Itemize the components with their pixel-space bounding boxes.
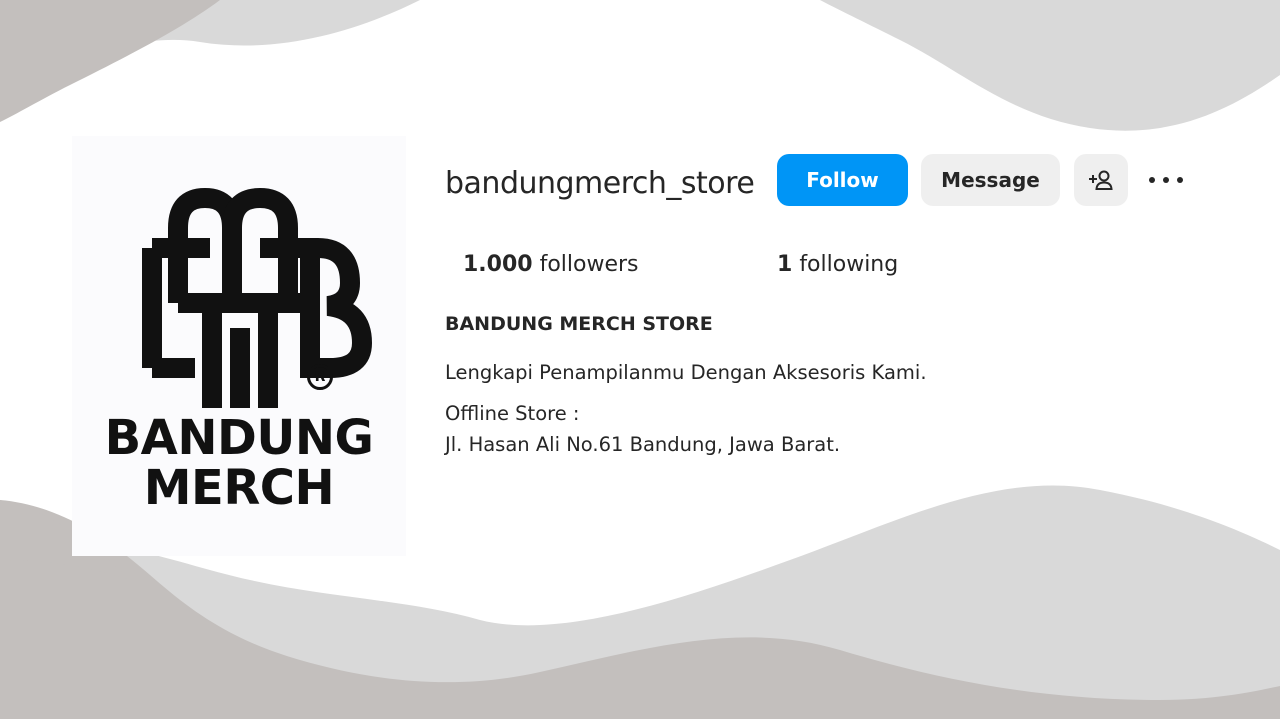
- following-count[interactable]: 1 following: [777, 252, 898, 277]
- following-label: following: [799, 252, 899, 277]
- profile-avatar[interactable]: R BANDUNG MERCH: [72, 136, 406, 556]
- bio-display-name: BANDUNG MERCH STORE: [445, 313, 713, 335]
- registered-trademark-icon: R: [307, 364, 333, 390]
- followers-number: 1.000: [463, 252, 533, 277]
- more-options-button[interactable]: [1143, 162, 1189, 198]
- more-options-icon: [1149, 177, 1155, 183]
- more-options-icon: [1163, 177, 1169, 183]
- follow-button[interactable]: Follow: [777, 154, 908, 206]
- logo-text-merch: MERCH: [143, 460, 335, 516]
- message-button[interactable]: Message: [921, 154, 1060, 206]
- suggest-similar-accounts-button[interactable]: [1074, 154, 1128, 206]
- bio-address: Jl. Hasan Ali No.61 Bandung, Jawa Barat.: [445, 433, 841, 456]
- following-number: 1: [777, 252, 793, 277]
- profile-username: bandungmerch_store: [445, 166, 755, 201]
- followers-label: followers: [539, 252, 639, 277]
- more-options-icon: [1177, 177, 1183, 183]
- bio-tagline: Lengkapi Penampilanmu Dengan Aksesoris K…: [445, 361, 927, 384]
- add-user-icon: [1089, 170, 1113, 190]
- logo-text-bandung: BANDUNG: [104, 410, 374, 466]
- bio-store-label: Offline Store :: [445, 402, 580, 425]
- brand-logo-mark: [142, 188, 373, 408]
- followers-count[interactable]: 1.000 followers: [463, 252, 639, 277]
- profile-page: R BANDUNG MERCH bandungmerch_store Follo…: [0, 0, 1280, 719]
